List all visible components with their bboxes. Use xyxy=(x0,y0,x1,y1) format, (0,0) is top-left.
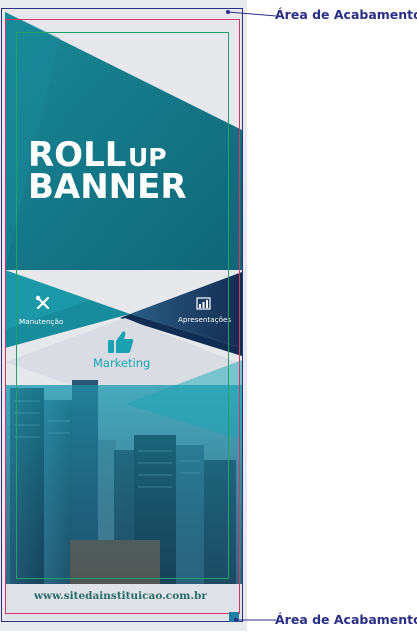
city-photo xyxy=(5,360,242,620)
banner-artwork: ROLL UP BANNER Manutenção Apresentações xyxy=(5,10,242,620)
finishing-area-label-top: Área de Acabamento xyxy=(275,7,417,22)
website-url: www.sitedainstituicao.com.br xyxy=(33,590,207,602)
feature-label-manutencao: Manutenção xyxy=(19,317,63,326)
finishing-area-label-bottom: Área de Acabamento xyxy=(275,612,417,627)
banner-canvas: ROLL UP BANNER Manutenção Apresentações xyxy=(0,0,277,631)
feature-label-apresentacoes: Apresentações xyxy=(178,315,231,324)
title-banner: BANNER xyxy=(28,167,187,207)
roll-up-banner-mockup: ROLL UP BANNER Manutenção Apresentações xyxy=(0,0,417,631)
feature-label-marketing: Marketing xyxy=(93,356,150,370)
